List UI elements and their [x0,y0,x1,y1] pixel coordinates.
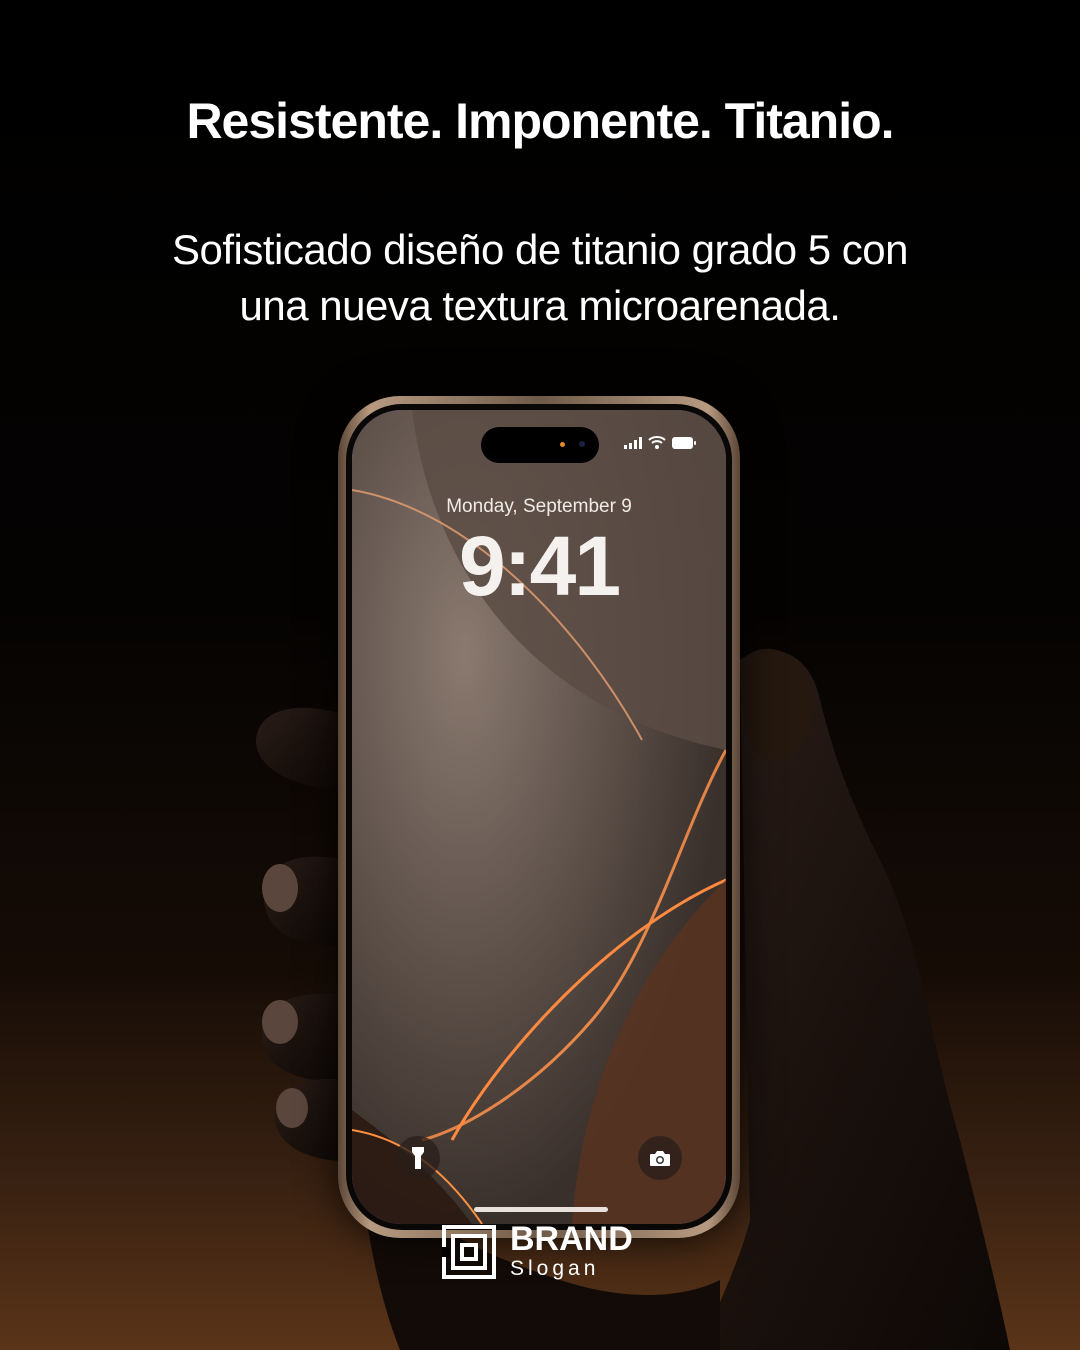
brand-slogan: Slogan [510,1257,600,1280]
flashlight-icon [412,1147,424,1169]
lock-date: Monday, September 9 [446,496,632,517]
lock-time: 9:41 [458,519,621,613]
camera-icon [650,1150,670,1166]
sensor-dot [560,442,565,447]
home-indicator[interactable] [474,1207,608,1212]
battery-icon [672,436,696,449]
flashlight-button[interactable] [396,1136,440,1180]
brand-logo: BRAND Slogan [442,1222,633,1282]
wifi-icon [648,436,666,449]
signal-icon [624,436,642,449]
lock-screen: Monday, September 9 9:41 [352,410,726,1224]
brand-text: BRAND Slogan [510,1222,633,1282]
brand-mark-icon [442,1225,496,1279]
phone-bezel: Monday, September 9 9:41 [346,404,732,1230]
front-camera [579,441,585,447]
dynamic-island [481,427,599,463]
camera-button[interactable] [638,1136,682,1180]
phone: Monday, September 9 9:41 [338,396,740,1238]
brand-name: BRAND [510,1220,633,1258]
status-bar [624,436,696,449]
